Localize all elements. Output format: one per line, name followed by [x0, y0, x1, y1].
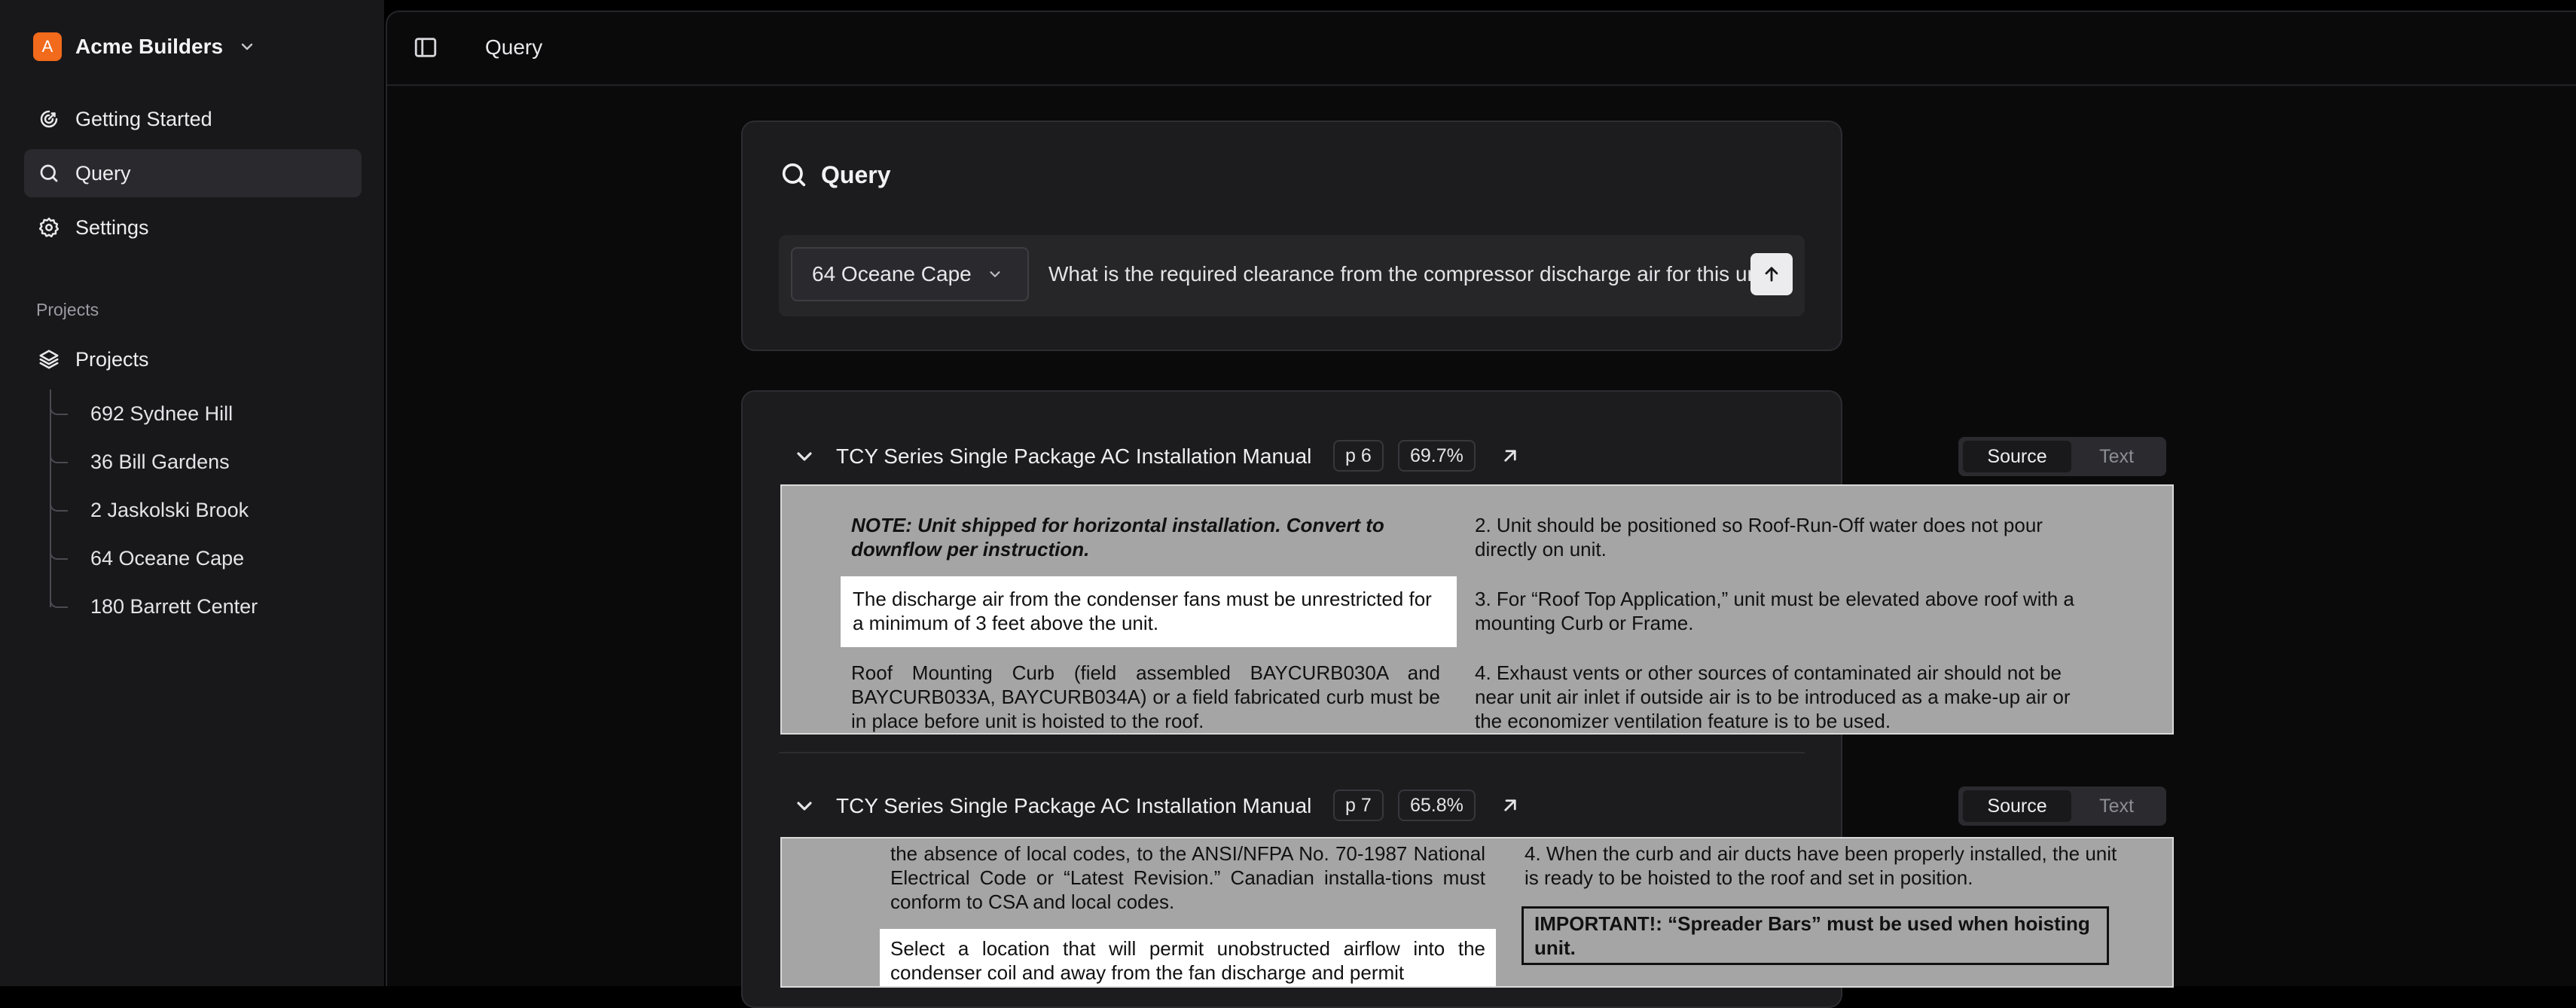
chevron-down-icon[interactable]: [792, 794, 816, 818]
score-badge: 69.7%: [1398, 440, 1476, 472]
excerpt-item: 3. For “Roof Top Application,” unit must…: [1475, 588, 2074, 634]
source-excerpt-image: the absence of local codes, to the ANSI/…: [780, 837, 2174, 988]
page-badge: p 7: [1333, 790, 1384, 821]
query-card-title: Query: [779, 160, 890, 190]
search-icon: [782, 163, 806, 187]
main-panel: Query Query 64 Oceane Cape What is the r…: [386, 11, 2576, 1008]
nav-item-settings[interactable]: Settings: [24, 203, 362, 252]
page-badge: p 6: [1333, 440, 1384, 472]
workspace-name: Acme Builders: [75, 35, 224, 58]
project-item[interactable]: 36 Bill Gardens: [50, 438, 366, 486]
tree-branch: [50, 486, 68, 512]
tab-source[interactable]: Source: [1963, 441, 2071, 472]
excerpt-paragraph: the absence of local codes, to the ANSI/…: [890, 842, 1485, 913]
excerpt-item: 4. When the curb and air ducts have been…: [1525, 842, 2117, 889]
view-toggle: Source Text: [1958, 787, 2166, 826]
top-bar: Query: [387, 12, 2576, 86]
excerpt-highlight-text: The discharge air from the condenser fan…: [853, 588, 1432, 634]
project-item[interactable]: 692 Sydnee Hill: [50, 389, 366, 438]
tree-branch: [50, 534, 68, 560]
excerpt-paragraph: Roof Mounting Curb (field assembled BAYC…: [851, 661, 1440, 732]
tree-branch: [50, 582, 68, 608]
chevron-down-icon: [241, 43, 253, 50]
nav-item-label: Settings: [75, 215, 149, 239]
layers-icon: [39, 350, 59, 369]
view-toggle: Source Text: [1958, 437, 2166, 476]
chevron-down-icon[interactable]: [792, 444, 816, 469]
project-item-label: 64 Oceane Cape: [90, 546, 245, 570]
query-card: Query 64 Oceane Cape What is the require…: [741, 121, 1842, 351]
excerpt-item: 4. Exhaust vents or other sources of con…: [1475, 661, 2071, 732]
nav-item-query[interactable]: Query: [24, 149, 362, 197]
workspace-logo: A: [33, 32, 62, 61]
project-item[interactable]: 2 Jaskolski Brook: [50, 486, 366, 534]
project-item-label: 36 Bill Gardens: [90, 450, 230, 473]
external-link-icon[interactable]: [1499, 794, 1521, 817]
nav-item-label: Query: [75, 161, 131, 185]
tree-branch: [50, 438, 68, 463]
query-title: Query: [821, 160, 891, 188]
excerpt-important-box: IMPORTANT!: “Spreader Bars” must be used…: [1521, 906, 2109, 965]
excerpt-note: NOTE: Unit shipped for horizontal instal…: [851, 514, 1384, 561]
sidebar: A Acme Builders Getting Started Query Se…: [0, 0, 384, 986]
tree-branch: [50, 389, 68, 415]
search-icon: [40, 164, 58, 182]
sidebar-toggle-icon[interactable]: [413, 35, 438, 60]
arrow-up-icon: [1765, 267, 1778, 282]
project-list: 692 Sydnee Hill 36 Bill Gardens 2 Jaskol…: [50, 389, 366, 631]
tab-source[interactable]: Source: [1963, 790, 2071, 822]
result-header: TCY Series Single Package AC Installatio…: [779, 428, 2174, 485]
result-document-title[interactable]: TCY Series Single Package AC Installatio…: [836, 444, 1311, 469]
query-input[interactable]: What is the required clearance from the …: [1048, 262, 1781, 286]
rocket-icon: [40, 110, 58, 128]
gear-icon: [38, 217, 60, 237]
projects-section-label: Projects: [36, 300, 99, 319]
send-button[interactable]: [1750, 253, 1793, 295]
nav-item-label: Getting Started: [75, 107, 212, 130]
result-header: TCY Series Single Package AC Installatio…: [779, 777, 2174, 835]
project-item-label: 180 Barrett Center: [90, 594, 258, 618]
project-select-value: 64 Oceane Cape: [812, 262, 972, 286]
chevron-down-icon: [990, 271, 1000, 277]
divider: [779, 752, 1805, 753]
nav-item-getting-started[interactable]: Getting Started: [24, 95, 362, 143]
projects-header-label: Projects: [75, 347, 149, 371]
project-item[interactable]: 64 Oceane Cape: [50, 534, 366, 582]
project-item-label: 2 Jaskolski Brook: [90, 498, 249, 521]
source-excerpt-image: NOTE: Unit shipped for horizontal instal…: [780, 484, 2174, 735]
workspace-switcher[interactable]: A Acme Builders: [33, 30, 256, 63]
project-item[interactable]: 180 Barrett Center: [50, 582, 366, 631]
projects-header[interactable]: Projects: [24, 335, 375, 383]
page-title: Query: [485, 35, 543, 59]
external-link-icon[interactable]: [1499, 444, 1521, 467]
score-badge: 65.8%: [1398, 790, 1476, 821]
project-select[interactable]: 64 Oceane Cape: [791, 247, 1029, 301]
query-bar: 64 Oceane Cape What is the required clea…: [779, 235, 1805, 316]
project-item-label: 692 Sydnee Hill: [90, 402, 233, 425]
tab-text[interactable]: Text: [2071, 441, 2162, 472]
excerpt-item: 2. Unit should be positioned so Roof-Run…: [1475, 514, 2043, 561]
tab-text[interactable]: Text: [2071, 790, 2162, 822]
main-nav: Getting Started Query Settings: [24, 95, 362, 258]
result-document-title[interactable]: TCY Series Single Package AC Installatio…: [836, 794, 1311, 818]
excerpt-highlight-text: Select a location that will permit unobs…: [890, 937, 1485, 984]
